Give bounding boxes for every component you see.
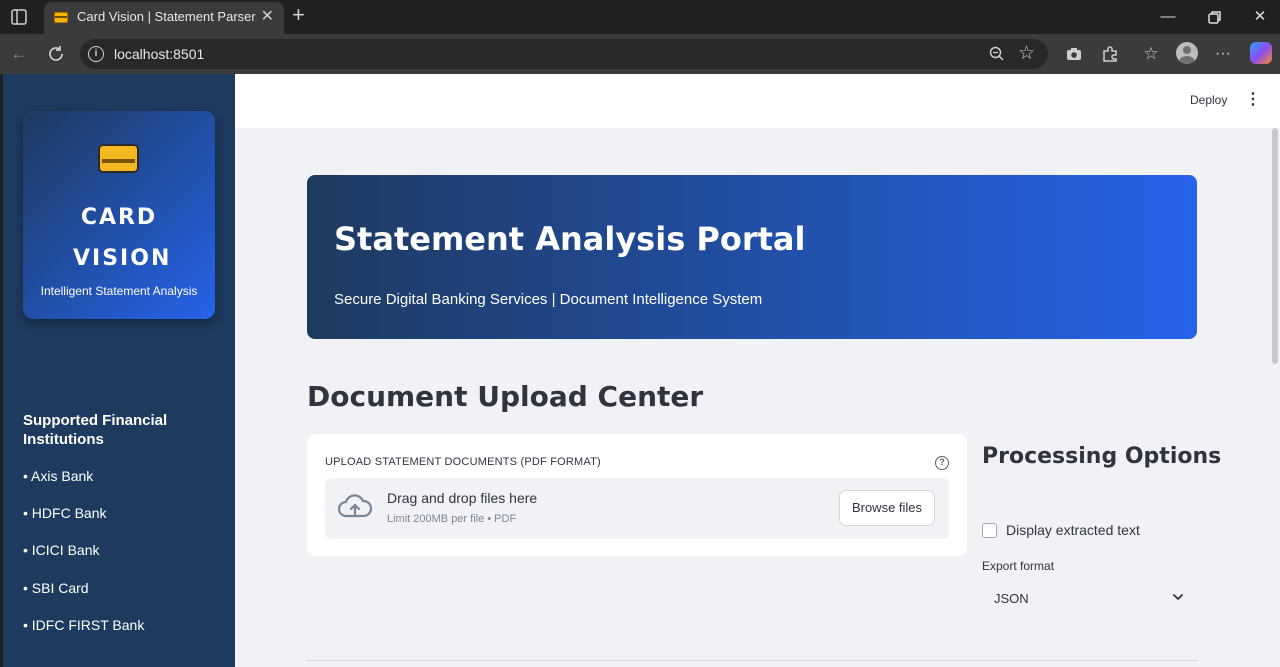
hero-subtitle: Secure Digital Banking Services | Docume… [334, 291, 763, 308]
screenshot-icon[interactable] [1063, 43, 1085, 65]
browser-toolbar: ← i localhost:8501 ☆ ☆ ··· [0, 34, 1280, 74]
export-format-value: JSON [994, 591, 1029, 606]
restore-icon[interactable] [1203, 6, 1225, 28]
cloud-upload-icon [337, 494, 373, 518]
app-header: Deploy ⋮ [235, 74, 1280, 128]
upload-label: UPLOAD STATEMENT DOCUMENTS (PDF FORMAT) [325, 456, 601, 468]
export-format-label: Export format [982, 559, 1055, 573]
zoom-icon[interactable] [988, 45, 1006, 63]
browse-files-button[interactable]: Browse files [839, 490, 935, 526]
site-info-icon[interactable]: i [88, 46, 104, 62]
browser-tab[interactable]: Card Vision | Statement Parser ✕ [44, 2, 284, 34]
close-tab-icon[interactable]: ✕ [261, 8, 274, 26]
profile-avatar[interactable] [1176, 42, 1198, 64]
file-dropzone[interactable]: Drag and drop files here Limit 200MB per… [325, 478, 949, 539]
back-icon[interactable]: ← [8, 43, 30, 65]
upload-card: UPLOAD STATEMENT DOCUMENTS (PDF FORMAT) … [307, 434, 967, 556]
app-viewport: CARD VISION Intelligent Statement Analys… [3, 74, 1280, 667]
divider [307, 660, 1197, 661]
brand-title: CARD VISION [73, 205, 172, 271]
hero-title: Statement Analysis Portal [334, 220, 806, 258]
processing-options-title: Processing Options [982, 444, 1222, 469]
reload-icon[interactable] [45, 43, 67, 65]
institution-item: • SBI Card [23, 580, 89, 596]
favorite-star-icon[interactable]: ☆ [1018, 42, 1035, 65]
extensions-icon[interactable] [1099, 43, 1121, 65]
dropzone-title: Drag and drop files here [387, 490, 538, 506]
dropzone-limit: Limit 200MB per file • PDF [387, 513, 517, 525]
sidebar-toggle-icon[interactable] [8, 6, 30, 28]
institution-item: • ICICI Bank [23, 542, 100, 558]
institution-item: • IDFC FIRST Bank [23, 617, 145, 633]
copilot-icon[interactable] [1250, 42, 1272, 64]
sidebar: CARD VISION Intelligent Statement Analys… [3, 74, 235, 667]
deploy-button[interactable]: Deploy [1190, 93, 1227, 107]
institution-item: • HDFC Bank [23, 505, 107, 521]
main-menu-icon[interactable]: ⋮ [1245, 90, 1261, 110]
upload-section-title: Document Upload Center [307, 380, 704, 413]
address-text[interactable]: localhost:8501 [114, 46, 204, 62]
tab-title: Card Vision | Statement Parser [77, 9, 256, 24]
favorites-icon[interactable]: ☆ [1140, 43, 1162, 65]
close-window-icon[interactable]: ✕ [1249, 6, 1271, 28]
help-icon[interactable]: ? [935, 456, 949, 470]
display-text-checkbox[interactable] [982, 523, 997, 538]
credit-card-icon [98, 144, 139, 173]
minimize-icon[interactable]: — [1157, 6, 1179, 28]
browser-tab-strip: Card Vision | Statement Parser ✕ + — ✕ [0, 0, 1280, 34]
more-options-icon[interactable]: ··· [1212, 43, 1234, 65]
brand-card: CARD VISION Intelligent Statement Analys… [23, 111, 215, 319]
display-text-label[interactable]: Display extracted text [1006, 522, 1140, 538]
export-format-select[interactable]: JSON [982, 583, 1197, 615]
chevron-down-icon [1173, 594, 1183, 600]
new-tab-icon[interactable]: + [292, 3, 305, 27]
brand-tagline: Intelligent Statement Analysis [40, 284, 198, 298]
institution-item: • Axis Bank [23, 468, 94, 484]
hero-banner: Statement Analysis Portal Secure Digital… [307, 175, 1197, 339]
institutions-heading: Supported Financial Institutions [23, 412, 168, 448]
credit-card-icon [54, 12, 68, 23]
scrollbar[interactable] [1272, 128, 1278, 364]
address-bar[interactable]: i localhost:8501 ☆ [80, 39, 1048, 69]
